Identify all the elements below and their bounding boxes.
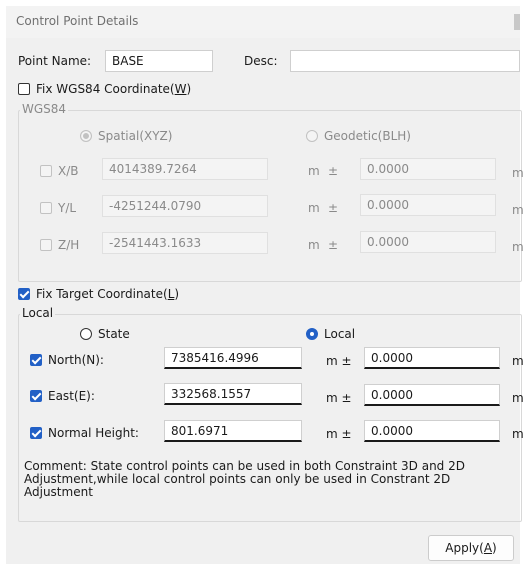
north-label: North(N): [48, 353, 104, 367]
yl-checkbox[interactable] [40, 202, 52, 214]
zh-unit: m [308, 238, 320, 252]
fix-wgs84-checkbox[interactable] [18, 83, 30, 95]
geodetic-radio[interactable] [306, 130, 318, 142]
desc-input[interactable] [290, 50, 520, 72]
normal-height-unit: m ± [326, 427, 352, 441]
xb-unit: m [308, 164, 320, 178]
east-sigma-input[interactable]: 0.0000 [364, 384, 500, 406]
desc-label: Desc: [244, 54, 278, 68]
east-input[interactable]: 332568.1557 [164, 383, 302, 405]
normal-height-sigma-input[interactable]: 0.0000 [364, 420, 500, 442]
normal-height-label: Normal Height: [48, 426, 139, 440]
control-point-panel: Point Name: BASE Desc: Fix WGS84 Coordin… [6, 38, 524, 564]
zh-unit2: m [512, 240, 524, 254]
wgs84-group-title: WGS84 [20, 102, 69, 116]
xb-label: X/B [58, 164, 79, 178]
point-name-label: Point Name: [18, 54, 92, 68]
yl-unit2: m [512, 203, 524, 217]
east-unit: m ± [326, 391, 352, 405]
normal-height-input[interactable]: 801.6971 [164, 420, 302, 442]
fix-target-label: Fix Target Coordinate(L) [36, 287, 180, 301]
local-label: Local [324, 327, 356, 341]
point-name-input[interactable]: BASE [105, 50, 213, 72]
state-label: State [98, 327, 130, 341]
local-radio[interactable] [306, 328, 318, 340]
east-checkbox[interactable] [30, 390, 42, 402]
north-sigma-input[interactable]: 0.0000 [364, 347, 500, 369]
fix-wgs84-label: Fix WGS84 Coordinate(W) [36, 82, 192, 96]
local-group-title: Local [20, 306, 56, 320]
fix-target-checkbox[interactable] [18, 288, 30, 300]
north-unit2: m [512, 354, 524, 368]
zh-label: Z/H [58, 238, 80, 252]
yl-unit: m [308, 201, 320, 215]
apply-button[interactable]: Apply(A) [428, 535, 514, 561]
state-radio[interactable] [80, 328, 92, 340]
normal-height-checkbox[interactable] [30, 427, 42, 439]
zh-checkbox[interactable] [40, 239, 52, 251]
normal-height-unit2: m [512, 427, 524, 441]
xb-unit2: m [512, 166, 524, 180]
geodetic-label: Geodetic(BLH) [324, 129, 411, 143]
xb-sigma-input[interactable]: 0.0000 [360, 158, 496, 180]
window-title: Control Point Details [16, 14, 139, 28]
zh-input[interactable]: -2541443.1633 [102, 232, 268, 254]
yl-input[interactable]: -4251244.0790 [102, 195, 268, 217]
east-label: East(E): [48, 389, 95, 403]
zh-sigma-input[interactable]: 0.0000 [360, 231, 496, 253]
north-unit: m ± [326, 354, 352, 368]
yl-sigma-input[interactable]: 0.0000 [360, 194, 496, 216]
title-bar-control[interactable] [514, 14, 520, 30]
zh-pm: ± [328, 238, 339, 252]
xb-checkbox[interactable] [40, 165, 52, 177]
spatial-radio[interactable] [80, 130, 92, 142]
title-bar: Control Point Details [6, 6, 520, 39]
xb-pm: ± [328, 164, 339, 178]
spatial-label: Spatial(XYZ) [98, 129, 173, 143]
comment-text: Comment: State control points can be use… [24, 459, 465, 499]
east-unit2: m [512, 391, 524, 405]
yl-label: Y/L [58, 201, 77, 215]
yl-pm: ± [328, 201, 339, 215]
xb-input[interactable]: 4014389.7264 [102, 158, 268, 180]
north-input[interactable]: 7385416.4996 [164, 347, 302, 369]
north-checkbox[interactable] [30, 354, 42, 366]
